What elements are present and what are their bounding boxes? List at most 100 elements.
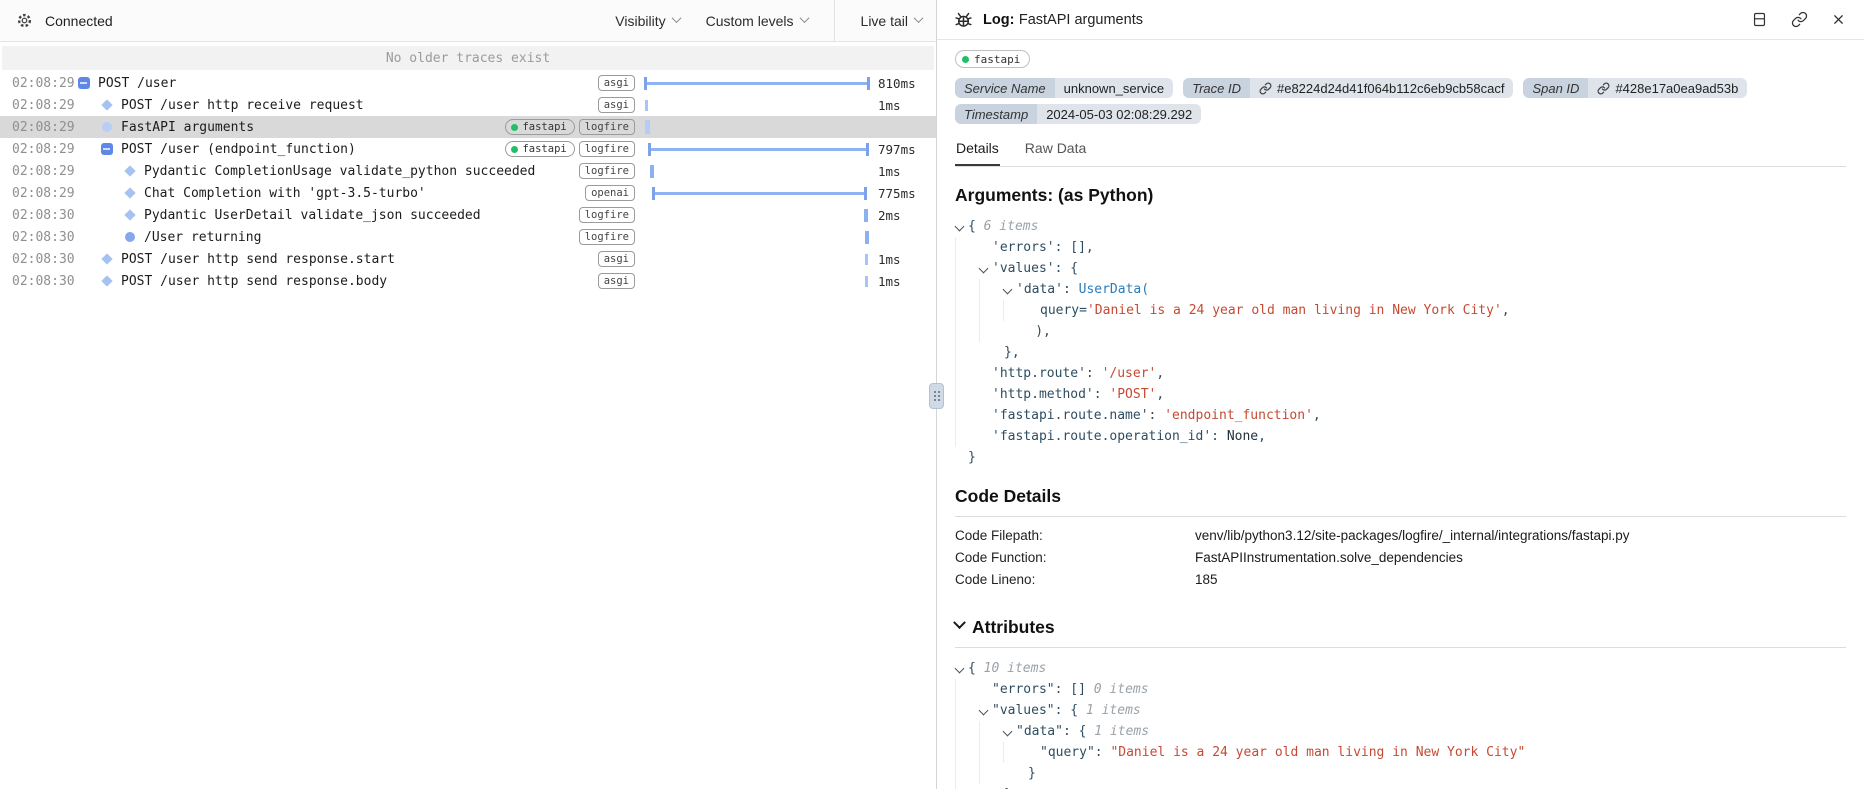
close-panel-button[interactable] [1829, 10, 1848, 29]
tree-collapse-chevron-icon[interactable] [1003, 721, 1016, 742]
trace-timestamp: 02:08:30 [12, 274, 76, 289]
indent-spacer [76, 105, 99, 106]
indent-guide [955, 384, 979, 405]
code-detail-row: Code Filepath:venv/lib/python3.12/site-p… [955, 525, 1846, 547]
toolbar-separator [834, 0, 835, 42]
span-diamond-icon [124, 187, 135, 198]
attributes-heading[interactable]: Attributes [955, 617, 1846, 638]
duration-track [644, 226, 870, 248]
detail-tabs: Details Raw Data [955, 136, 1846, 167]
trace-timestamp: 02:08:29 [12, 76, 76, 91]
code-token: 'values' [992, 261, 1055, 276]
visibility-label: Visibility [615, 13, 665, 29]
span-badges: openai [585, 185, 635, 201]
trace-row[interactable]: 02:08:30Pydantic UserDetail validate_jso… [0, 204, 936, 226]
code-line: "data": { 1 items [955, 721, 1846, 742]
section-divider [955, 516, 1846, 517]
badge-asgi: asgi [598, 273, 635, 289]
indent-guide [979, 742, 1003, 763]
trace-row[interactable]: 02:08:30POST /user http send response.st… [0, 248, 936, 270]
code-token: { [968, 661, 984, 676]
trace-row[interactable]: 02:08:29POST /user http receive requesta… [0, 94, 936, 116]
trace-row[interactable]: 02:08:29FastAPI argumentsfastapilogfire [0, 116, 936, 138]
code-token: 'fastapi.route.name' [992, 408, 1149, 423]
tab-raw-data[interactable]: Raw Data [1024, 136, 1087, 166]
code-line: 'values': { [955, 258, 1846, 279]
trace-row[interactable]: 02:08:30/User returninglogfire [0, 226, 936, 248]
trace-row[interactable]: 02:08:29POST /user (endpoint_function)fa… [0, 138, 936, 160]
live-tail-select[interactable]: Live tail [861, 13, 922, 29]
bug-icon [953, 9, 974, 30]
copy-link-button[interactable] [1789, 9, 1810, 30]
code-token: query= [1040, 303, 1087, 318]
meta-badge-trace-id: Trace ID#e8224d24d41f064b112c6eb9cb58cac… [1183, 78, 1513, 98]
duration-label: 810ms [878, 76, 936, 91]
duration-label: 1ms [878, 98, 936, 113]
settings-gear-button[interactable] [14, 10, 35, 31]
green-dot-icon [511, 124, 518, 131]
duration-track [644, 182, 870, 204]
code-line: "values": { 1 items [955, 700, 1846, 721]
code-token: , [1258, 429, 1266, 444]
meta-badge-service-name: Service Nameunknown_service [955, 78, 1173, 98]
span-kind-icon [122, 211, 137, 219]
tree-collapse-chevron-icon[interactable] [1003, 279, 1016, 300]
code-token: : [1063, 282, 1079, 297]
chevron-down-icon [799, 13, 809, 23]
trace-timestamp: 02:08:30 [12, 230, 76, 245]
code-detail-value: FastAPIInstrumentation.solve_dependencie… [1195, 547, 1463, 569]
tab-details[interactable]: Details [955, 136, 1000, 166]
code-token: { [968, 219, 984, 234]
code-token: : [1211, 429, 1227, 444]
trace-row[interactable]: 02:08:29Pydantic CompletionUsage validat… [0, 160, 936, 182]
badge-logfire: logfire [579, 119, 635, 135]
tag-fastapi[interactable]: fastapi [955, 50, 1030, 68]
visibility-dropdown[interactable]: Visibility [615, 13, 679, 29]
code-token: 'endpoint_function' [1164, 408, 1313, 423]
link-icon [1597, 82, 1610, 95]
code-line: { 6 items [955, 216, 1846, 237]
indent-guide [955, 763, 979, 784]
span-badges: asgi [598, 97, 635, 113]
span-name: POST /user [98, 76, 598, 91]
code-details-rows: Code Filepath:venv/lib/python3.12/site-p… [955, 525, 1846, 591]
code-line: 'fastapi.route.operation_id': None, [955, 426, 1846, 447]
meta-badge-value: unknown_service [1055, 78, 1173, 98]
code-token: : [1094, 387, 1110, 402]
code-detail-label: Code Lineno: [955, 569, 1195, 591]
toggle-panel-layout-button[interactable] [1749, 9, 1770, 30]
code-line: } [955, 447, 1846, 468]
duration-label: 775ms [878, 186, 936, 201]
trace-timestamp: 02:08:29 [12, 120, 76, 135]
collapse-toggle[interactable] [76, 77, 91, 89]
collapse-toggle[interactable] [99, 143, 114, 155]
trace-row[interactable]: 02:08:29POST /userasgi810ms [0, 72, 936, 94]
span-name: FastAPI arguments [121, 120, 505, 135]
span-name: POST /user http send response.body [121, 274, 598, 289]
span-badges: asgi [598, 251, 635, 267]
indent-guide [955, 405, 979, 426]
code-line: 'http.route': '/user', [955, 363, 1846, 384]
tree-collapse-chevron-icon[interactable] [955, 658, 968, 679]
panel-resize-grip[interactable] [929, 383, 944, 409]
code-detail-value: 185 [1195, 569, 1218, 591]
code-line: 'errors': [], [955, 237, 1846, 258]
code-token: "query" [1040, 745, 1095, 760]
custom-levels-dropdown[interactable]: Custom levels [706, 13, 808, 29]
indent-guide [955, 258, 979, 279]
span-diamond-icon [124, 209, 135, 220]
attributes-heading-label: Attributes [972, 617, 1055, 638]
meta-badge-value[interactable]: #428e17a0ea9ad53b [1588, 78, 1747, 98]
tree-collapse-chevron-icon[interactable] [979, 258, 992, 279]
indent-guide [955, 363, 979, 384]
duration-label: 1ms [878, 164, 936, 179]
tree-collapse-chevron-icon[interactable] [955, 216, 968, 237]
meta-badge-value[interactable]: #e8224d24d41f064b112c6eb9cb58cacf [1250, 78, 1513, 98]
trace-row[interactable]: 02:08:29Chat Completion with 'gpt-3.5-tu… [0, 182, 936, 204]
trace-row[interactable]: 02:08:30 POST /user http send response.bo… [0, 270, 936, 292]
code-token: : [1149, 408, 1165, 423]
span-name: POST /user http send response.start [121, 252, 598, 267]
duration-label: 1ms [878, 252, 936, 267]
tree-collapse-chevron-icon[interactable] [979, 700, 992, 721]
chevron-down-icon [914, 13, 924, 23]
